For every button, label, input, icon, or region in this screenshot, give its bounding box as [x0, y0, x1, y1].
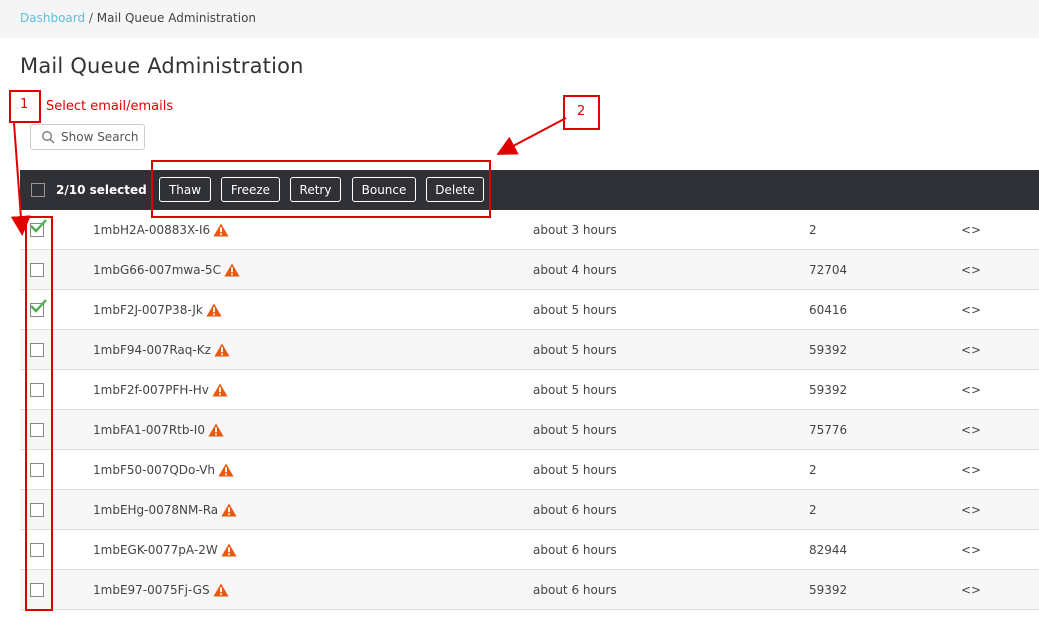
message-age: about 5 hours [533, 303, 617, 317]
warning-icon [208, 423, 224, 437]
row-toggle-control[interactable]: <> [961, 583, 981, 597]
row-toggle-control[interactable]: <> [961, 463, 981, 477]
message-size: 59392 [809, 383, 848, 397]
queue-row: 1mbF2J-007P38-Jk about 5 hours 60416 <> [20, 290, 1039, 330]
warning-icon [218, 463, 234, 477]
message-size: 82944 [809, 543, 848, 557]
annotation-1-text: Select email/emails [46, 99, 174, 114]
queue-row: 1mbF50-007QDo-Vh about 5 hours 2 <> [20, 450, 1039, 490]
queue-row: 1mbFA1-007Rtb-I0 about 5 hours 75776 <> [20, 410, 1039, 450]
message-id[interactable]: 1mbF2f-007PFH-Hv [93, 383, 209, 397]
warning-icon [206, 303, 222, 317]
row-toggle-control[interactable]: <> [961, 263, 981, 277]
warning-icon [221, 503, 237, 517]
message-size: 2 [809, 503, 817, 517]
queue-row: 1mbE97-0075Fj-GS about 6 hours 59392 <> [20, 570, 1039, 610]
row-toggle-control[interactable]: <> [961, 383, 981, 397]
message-age: about 3 hours [533, 223, 617, 237]
message-size: 60416 [809, 303, 848, 317]
annotation-toolbar-buttons-box [151, 160, 491, 218]
warning-icon [212, 583, 229, 597]
message-age: about 5 hours [533, 383, 617, 397]
message-id-cell: 1mbG66-007mwa-5C [93, 263, 240, 277]
show-search-button[interactable]: Show Search [30, 124, 145, 150]
message-size: 59392 [809, 583, 848, 597]
message-age: about 5 hours [533, 343, 617, 357]
message-id-cell: 1mbF2J-007P38-Jk [93, 303, 222, 317]
show-search-label: Show Search [61, 130, 139, 144]
message-age: about 5 hours [533, 463, 617, 477]
message-id[interactable]: 1mbH2A-00883X-I6 [93, 223, 210, 237]
message-id-cell: 1mbF50-007QDo-Vh [93, 463, 234, 477]
annotation-2-arrow [496, 117, 567, 155]
breadcrumb: Dashboard / Mail Queue Administration [0, 0, 1039, 38]
message-id[interactable]: 1mbG66-007mwa-5C [93, 263, 221, 277]
queue-row: 1mbF2f-007PFH-Hv about 5 hours 59392 <> [20, 370, 1039, 410]
select-all-checkbox[interactable] [31, 183, 45, 197]
row-toggle-control[interactable]: <> [961, 223, 981, 237]
message-age: about 5 hours [533, 423, 617, 437]
message-size: 2 [809, 463, 817, 477]
message-id[interactable]: 1mbE97-0075Fj-GS [93, 583, 210, 597]
row-toggle-control[interactable]: <> [961, 543, 981, 557]
message-id[interactable]: 1mbF2J-007P38-Jk [93, 303, 203, 317]
row-toggle-control[interactable]: <> [961, 423, 981, 437]
warning-icon [224, 263, 240, 277]
breadcrumb-separator: / [85, 11, 97, 25]
breadcrumb-current: Mail Queue Administration [96, 11, 257, 25]
message-id-cell: 1mbEHg-0078NM-Ra [93, 503, 237, 517]
message-age: about 4 hours [533, 263, 617, 277]
annotation-checkbox-column-box [25, 216, 53, 611]
message-id[interactable]: 1mbEGK-0077pA-2W [93, 543, 218, 557]
message-id-cell: 1mbH2A-00883X-I6 [93, 223, 229, 237]
annotation-1-number: 1 [20, 97, 29, 112]
warning-icon [214, 343, 230, 357]
queue-row: 1mbF94-007Raq-Kz about 5 hours 59392 <> [20, 330, 1039, 370]
message-id-cell: 1mbFA1-007Rtb-I0 [93, 423, 224, 437]
warning-icon [212, 383, 228, 397]
message-id[interactable]: 1mbEHg-0078NM-Ra [93, 503, 218, 517]
message-id-cell: 1mbF2f-007PFH-Hv [93, 383, 228, 397]
mail-queue-list: 1mbH2A-00883X-I6 about 3 hours 2 <> 1mbG… [20, 210, 1039, 610]
message-id-cell: 1mbEGK-0077pA-2W [93, 543, 237, 557]
message-id-cell: 1mbF94-007Raq-Kz [93, 343, 230, 357]
message-id[interactable]: 1mbF50-007QDo-Vh [93, 463, 215, 477]
message-size: 2 [809, 223, 817, 237]
message-age: about 6 hours [533, 543, 617, 557]
message-id-cell: 1mbE97-0075Fj-GS [93, 583, 229, 597]
page-title: Mail Queue Administration [20, 54, 304, 78]
message-age: about 6 hours [533, 503, 617, 517]
message-size: 75776 [809, 423, 848, 437]
message-age: about 6 hours [533, 583, 617, 597]
row-toggle-control[interactable]: <> [961, 503, 981, 517]
message-id[interactable]: 1mbF94-007Raq-Kz [93, 343, 211, 357]
breadcrumb-dashboard-link[interactable]: Dashboard [20, 11, 85, 25]
row-toggle-control[interactable]: <> [961, 343, 981, 357]
annotation-2-number: 2 [577, 104, 586, 119]
message-id[interactable]: 1mbFA1-007Rtb-I0 [93, 423, 205, 437]
warning-icon [213, 223, 229, 237]
queue-row: 1mbEGK-0077pA-2W about 6 hours 82944 <> [20, 530, 1039, 570]
search-icon [42, 131, 55, 144]
warning-icon [221, 543, 237, 557]
message-size: 59392 [809, 343, 848, 357]
queue-row: 1mbEHg-0078NM-Ra about 6 hours 2 <> [20, 490, 1039, 530]
queue-row: 1mbG66-007mwa-5C about 4 hours 72704 <> [20, 250, 1039, 290]
selected-count: 2/10 selected [56, 183, 147, 197]
message-size: 72704 [809, 263, 848, 277]
row-toggle-control[interactable]: <> [961, 303, 981, 317]
